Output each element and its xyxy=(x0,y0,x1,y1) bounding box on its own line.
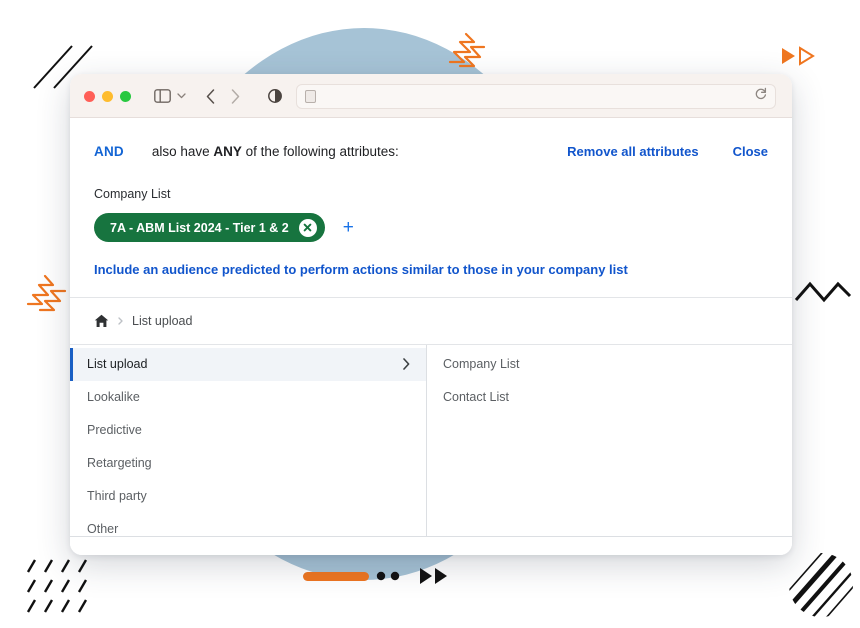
breadcrumb: List upload xyxy=(70,298,792,344)
company-list-chip-row: 7A - ABM List 2024 - Tier 1 & 2 + xyxy=(94,213,768,242)
close-window-button[interactable] xyxy=(84,91,95,102)
audience-type-selector: List upload Lookalike Predictive Retarge… xyxy=(70,344,792,537)
breadcrumb-current[interactable]: List upload xyxy=(132,314,192,328)
forward-button[interactable] xyxy=(231,89,240,104)
list-item-label: Company List xyxy=(443,357,519,371)
sidebar-item-other[interactable]: Other xyxy=(70,513,426,537)
sentence-prefix: also have xyxy=(152,144,214,159)
sentence-suffix: of the following attributes: xyxy=(242,144,399,159)
attributes-sentence: also have ANY of the following attribute… xyxy=(152,144,399,159)
sidebar-item-label: List upload xyxy=(87,357,147,371)
remove-all-attributes-button[interactable]: Remove all attributes xyxy=(567,144,699,159)
sidebar-item-label: Other xyxy=(87,522,118,536)
two-dots-deco xyxy=(376,570,400,582)
browser-titlebar xyxy=(70,74,792,118)
contrast-icon[interactable] xyxy=(268,89,282,103)
chevron-right-icon xyxy=(118,317,123,325)
audience-type-list: List upload Lookalike Predictive Retarge… xyxy=(70,345,427,536)
sidebar-item-list-upload[interactable]: List upload xyxy=(70,348,426,381)
company-list-label: Company List xyxy=(94,187,768,201)
sidebar-item-label: Lookalike xyxy=(87,390,140,404)
minimize-window-button[interactable] xyxy=(102,91,113,102)
sidebar-item-label: Retargeting xyxy=(87,456,152,470)
chevron-right-icon xyxy=(403,358,410,370)
company-list-chip[interactable]: 7A - ABM List 2024 - Tier 1 & 2 xyxy=(94,213,325,242)
list-item-contact-list[interactable]: Contact List xyxy=(427,381,792,414)
operator-and-label[interactable]: AND xyxy=(94,144,124,159)
sidebar-item-third-party[interactable]: Third party xyxy=(70,480,426,513)
sidebar-item-retargeting[interactable]: Retargeting xyxy=(70,447,426,480)
zigzag-deco-top xyxy=(448,32,486,68)
home-icon[interactable] xyxy=(94,314,109,328)
sidebar-item-label: Predictive xyxy=(87,423,142,437)
reload-icon[interactable] xyxy=(755,87,767,105)
audience-sublist: Company List Contact List xyxy=(427,345,792,536)
zigzag-deco-left xyxy=(26,270,74,314)
double-triangle-deco-top-right xyxy=(782,46,818,66)
plus-icon[interactable]: + xyxy=(343,218,354,237)
sidebar-item-lookalike[interactable]: Lookalike xyxy=(70,381,426,414)
window-controls[interactable] xyxy=(84,91,131,102)
sentence-emphasis: ANY xyxy=(213,144,242,159)
predictive-audience-link[interactable]: Include an audience predicted to perform… xyxy=(94,262,768,277)
progress-bar-deco xyxy=(303,572,369,581)
back-button[interactable] xyxy=(206,89,215,104)
page-icon xyxy=(305,90,316,103)
close-button[interactable]: Close xyxy=(733,144,768,159)
striped-circle-deco-bottom-right xyxy=(788,552,854,618)
double-triangle-deco-bottom xyxy=(420,567,450,585)
chip-label: 7A - ABM List 2024 - Tier 1 & 2 xyxy=(110,221,289,235)
list-item-label: Contact List xyxy=(443,390,509,404)
window-footer xyxy=(70,537,792,555)
list-item-company-list[interactable]: Company List xyxy=(427,348,792,381)
attributes-header-actions: Remove all attributes Close xyxy=(567,144,768,159)
address-bar[interactable] xyxy=(296,84,776,109)
mountain-zigzag-deco-right xyxy=(794,278,852,306)
close-circle-icon[interactable] xyxy=(299,219,317,237)
chevron-down-icon[interactable] xyxy=(177,93,186,99)
attributes-panel: AND also have ANY of the following attri… xyxy=(70,118,792,297)
page-content: AND also have ANY of the following attri… xyxy=(70,118,792,555)
browser-window: AND also have ANY of the following attri… xyxy=(70,74,792,555)
maximize-window-button[interactable] xyxy=(120,91,131,102)
sidebar-item-predictive[interactable]: Predictive xyxy=(70,414,426,447)
attributes-header: AND also have ANY of the following attri… xyxy=(94,140,768,162)
sidebar-item-label: Third party xyxy=(87,489,147,503)
sidebar-icon[interactable] xyxy=(154,89,171,103)
hatch-lines-deco-bottom-left xyxy=(26,558,94,614)
